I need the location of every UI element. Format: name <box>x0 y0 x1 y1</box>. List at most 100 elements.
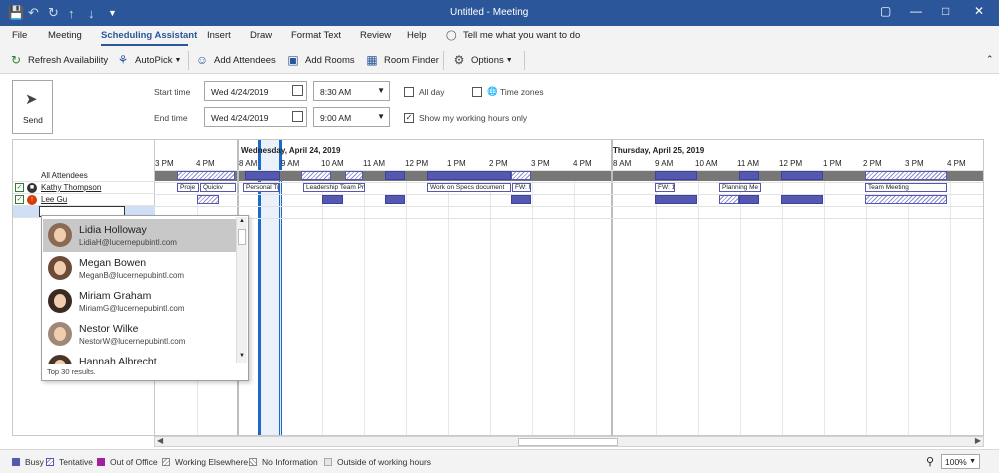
minimize-icon[interactable]: — <box>910 4 922 18</box>
legend-no-information: No Information <box>249 457 318 467</box>
meeting-block[interactable]: FW: 1 <box>655 183 675 192</box>
menu-help[interactable]: Help <box>407 30 427 41</box>
autopick-icon: ⚘ <box>117 53 129 67</box>
down-icon[interactable]: ↓ <box>88 6 108 21</box>
redo-icon[interactable]: ↻ <box>48 5 68 21</box>
suggestions-scrollbar[interactable]: ▲ ▼ <box>236 217 247 363</box>
avatar <box>48 355 72 364</box>
hour-label: 8 AM <box>613 159 632 168</box>
suggestion-item[interactable]: Lidia Holloway LidiaH@lucernepubintl.com <box>43 219 237 252</box>
refresh-availability-button[interactable]: ↻ Refresh Availability <box>9 52 108 68</box>
attendee-suggestions: Lidia Holloway LidiaH@lucernepubintl.com… <box>41 215 249 381</box>
add-rooms-button[interactable]: ▣ Add Rooms <box>286 52 354 68</box>
autopick-button[interactable]: ⚘ AutoPick ▼ <box>116 52 182 68</box>
suggestion-item[interactable]: Nestor Wilke NestorW@lucernepubintl.com <box>43 318 237 351</box>
calendar-icon[interactable] <box>292 111 303 122</box>
required-attendee-icon: ↑ <box>27 195 37 205</box>
meeting-block[interactable]: Team Meeting <box>865 183 947 192</box>
tell-me-search[interactable]: Tell me what you want to do <box>463 30 580 41</box>
send-button[interactable]: ➤ Send <box>12 80 53 134</box>
hour-label: 4 PM <box>196 159 215 168</box>
attendee-row[interactable]: ✓ ↑ Lee Gu <box>13 194 155 206</box>
room-finder-button[interactable]: ▦ Room Finder <box>365 52 439 68</box>
legend-bar: Busy Tentative Out of Office Working Els… <box>0 449 999 473</box>
meeting-block[interactable]: Planning Me <box>719 183 761 192</box>
suggestion-name: Lidia Holloway <box>79 224 147 236</box>
undo-icon[interactable]: ↶ <box>28 5 48 21</box>
attendee-name[interactable]: Kathy Thompson <box>41 183 101 192</box>
calendar-icon[interactable] <box>292 85 303 96</box>
customize-icon[interactable]: ▼ <box>108 8 128 18</box>
options-label: Options <box>471 54 504 66</box>
save-icon[interactable]: 💾 <box>8 5 28 21</box>
menu-draw[interactable]: Draw <box>250 30 272 41</box>
tentative-swatch <box>46 458 54 466</box>
start-date-field[interactable]: Wed 4/24/2019 <box>204 81 307 101</box>
working-hours-checkbox[interactable]: ✓ <box>404 113 414 123</box>
busy-block <box>739 171 759 180</box>
busy-block <box>385 195 405 204</box>
up-icon[interactable]: ↑ <box>68 6 88 21</box>
menu-format-text[interactable]: Format Text <box>291 30 341 41</box>
scroll-up-icon[interactable]: ▲ <box>239 218 245 224</box>
refresh-label: Refresh Availability <box>28 54 109 66</box>
attendee-row[interactable]: ✓ ■ Kathy Thompson <box>13 182 155 194</box>
suggestion-email: NestorW@lucernepubintl.com <box>79 337 186 346</box>
zoom-value: 100% <box>945 457 967 467</box>
maximize-icon[interactable]: □ <box>942 4 949 18</box>
suggestion-item[interactable]: Miriam Graham MiriamG@lucernepubintl.com <box>43 285 237 318</box>
meeting-block[interactable]: FW: N <box>512 183 531 192</box>
collapse-ribbon-icon[interactable]: ⌃ <box>986 54 994 65</box>
meeting-block[interactable]: Leadership Team Pr <box>303 183 365 192</box>
scroll-left-icon[interactable]: ◀ <box>157 436 163 445</box>
legend-label: Working Elsewhere <box>175 457 249 467</box>
close-icon[interactable]: ✕ <box>974 4 984 18</box>
hour-gridline <box>406 170 407 435</box>
menu-review[interactable]: Review <box>360 30 391 41</box>
chevron-down-icon[interactable]: ▼ <box>377 112 385 121</box>
suggestion-name: Megan Bowen <box>79 257 147 269</box>
suggestion-item[interactable]: Hannah Albrecht <box>43 351 237 364</box>
scroll-down-icon[interactable]: ▼ <box>239 353 245 359</box>
room-finder-label: Room Finder <box>384 54 439 66</box>
attendee-checkbox[interactable]: ✓ <box>15 195 24 204</box>
chevron-down-icon: ▼ <box>969 458 976 465</box>
end-date-field[interactable]: Wed 4/24/2019 <box>204 107 307 127</box>
tentative-block <box>865 171 947 180</box>
suggestion-item[interactable]: Megan Bowen MeganB@lucernepubintl.com <box>43 252 237 285</box>
menu-meeting[interactable]: Meeting <box>48 30 82 41</box>
attendee-name[interactable]: Lee Gu <box>41 195 67 204</box>
scroll-thumb[interactable] <box>518 438 618 446</box>
meeting-block[interactable]: Work on Specs document <box>427 183 511 192</box>
end-time-field[interactable]: 9:00 AM ▼ <box>313 107 390 127</box>
end-time-value: 9:00 AM <box>320 113 352 123</box>
all-day-checkbox[interactable] <box>404 87 414 97</box>
room-finder-icon: ▦ <box>366 53 378 67</box>
zoom-select[interactable]: 100% ▼ <box>941 454 980 469</box>
legend-label: Out of Office <box>110 457 158 467</box>
menu-scheduling-assistant[interactable]: Scheduling Assistant <box>101 30 197 41</box>
hour-gridline <box>824 170 825 435</box>
hour-label: 10 AM <box>695 159 718 168</box>
meeting-block[interactable]: Proje <box>177 183 199 192</box>
menu-insert[interactable]: Insert <box>207 30 231 41</box>
menu-file[interactable]: File <box>12 30 27 41</box>
hour-label: 1 PM <box>823 159 842 168</box>
meeting-block[interactable]: Personal Tra <box>243 183 279 192</box>
hour-gridline <box>532 170 533 435</box>
working-hours-label: Show my working hours only <box>419 113 528 123</box>
options-button[interactable]: ⚙ Options ▼ <box>452 52 513 68</box>
busy-block <box>245 171 280 180</box>
scroll-thumb[interactable] <box>238 229 246 245</box>
timeline-scrollbar[interactable]: ◀ ▶ <box>154 436 984 447</box>
time-zones-checkbox[interactable] <box>472 87 482 97</box>
avatar <box>48 322 72 346</box>
start-time-field[interactable]: 8:30 AM ▼ <box>313 81 390 101</box>
attendee-checkbox[interactable]: ✓ <box>15 183 24 192</box>
hour-gridline <box>782 170 783 435</box>
scroll-right-icon[interactable]: ▶ <box>975 436 981 445</box>
restore-icon[interactable]: ▢ <box>880 4 891 18</box>
meeting-block[interactable]: Quickv <box>200 183 236 192</box>
chevron-down-icon[interactable]: ▼ <box>377 86 385 95</box>
add-attendees-button[interactable]: ☺ Add Attendees <box>195 52 276 68</box>
